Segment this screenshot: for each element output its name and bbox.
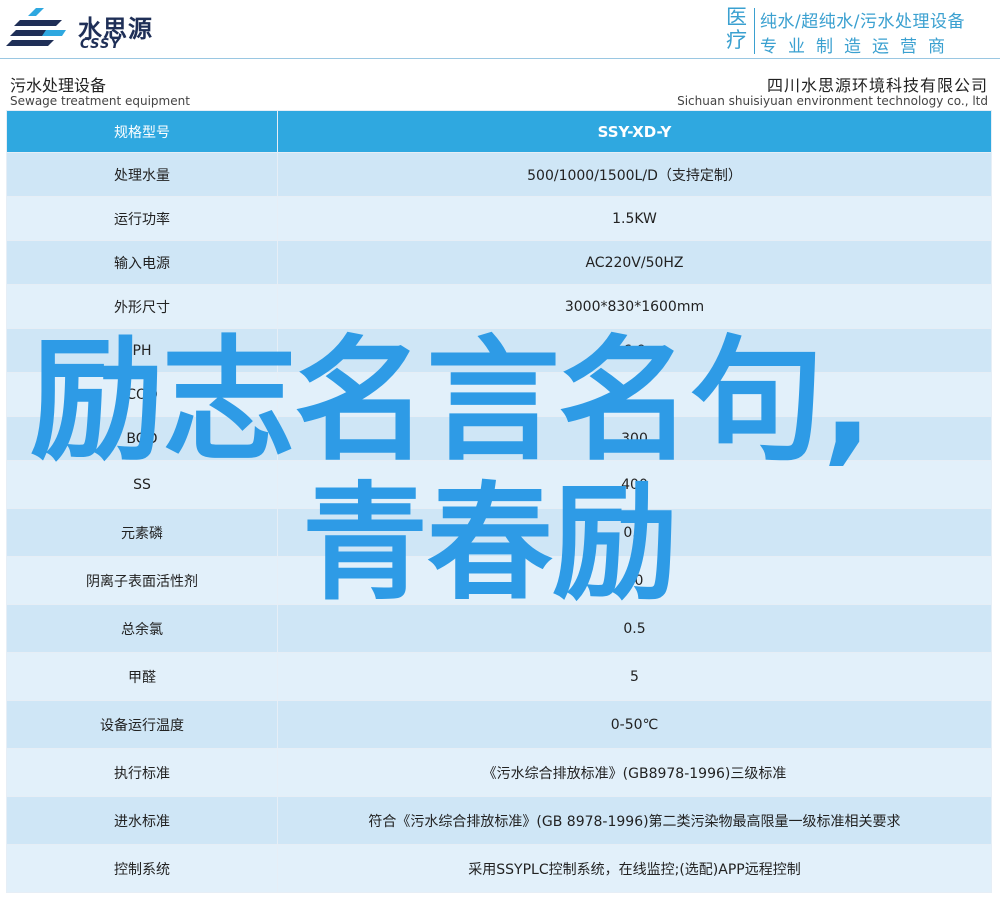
row-label: PH — [6, 328, 278, 373]
table-row: 执行标准 《污水综合排放标准》(GB8978-1996)三级标准 — [6, 748, 992, 797]
table-row: 运行功率 1.5KW — [6, 196, 992, 241]
row-value: 0.8 — [277, 508, 992, 557]
table-row: 进水标准 符合《污水综合排放标准》(GB 8978-1996)第二类污染物最高限… — [6, 796, 992, 845]
table-row: 外形尺寸 3000*830*1600mm — [6, 284, 992, 329]
category-label: 医疗 — [726, 5, 747, 52]
row-label: BOD — [6, 416, 278, 461]
table-row: SS 400 — [6, 460, 992, 509]
row-label: 阴离子表面活性剂 — [6, 556, 278, 605]
row-value: 采用SSYPLC控制系统，在线监控;(选配)APP远程控制 — [277, 844, 992, 893]
row-value: 3000*830*1600mm — [277, 284, 992, 329]
company-name-cn: 四川水思源环境科技有限公司 — [766, 76, 988, 95]
row-label: 控制系统 — [6, 844, 278, 893]
row-value: 《污水综合排放标准》(GB8978-1996)三级标准 — [277, 748, 992, 797]
logo-text-en: CSSY — [80, 37, 121, 52]
product-title-cn: 污水处理设备 — [10, 76, 107, 95]
row-label: 总余氯 — [6, 604, 278, 653]
row-value: 300 — [277, 416, 992, 461]
row-value: 20 — [277, 556, 992, 605]
table-row: 处理水量 500/1000/1500L/D（支持定制） — [6, 152, 992, 197]
table-row: 控制系统 采用SSYPLC控制系统，在线监控;(选配)APP远程控制 — [6, 844, 992, 893]
row-label: 元素磷 — [6, 508, 278, 557]
row-label: 执行标准 — [6, 748, 278, 797]
row-value: 符合《污水综合排放标准》(GB 8978-1996)第二类污染物最高限量一级标准… — [277, 796, 992, 845]
logo-icon — [6, 8, 66, 46]
row-label: 运行功率 — [6, 196, 278, 241]
tagline-products: 纯水/超纯水/污水处理设备 — [760, 12, 965, 32]
header-value: SSY-XD-Y — [277, 110, 992, 153]
row-label: 处理水量 — [6, 152, 278, 197]
row-value: 5 — [277, 652, 992, 701]
row-label: COD — [6, 372, 278, 417]
table-row: BOD 300 — [6, 416, 992, 461]
row-value: 400 — [277, 460, 992, 509]
table-row: PH 6-9 — [6, 328, 992, 373]
row-label: 外形尺寸 — [6, 284, 278, 329]
row-label: 甲醛 — [6, 652, 278, 701]
table-header-row: 规格型号 SSY-XD-Y — [6, 110, 992, 153]
tagline-divider — [754, 8, 755, 54]
product-title-en: Sewage treatment equipment — [10, 94, 190, 108]
table-row: 总余氯 0.5 — [6, 604, 992, 653]
row-value: AC220V/50HZ — [277, 240, 992, 285]
top-header: 水思源 CSSY 医疗 纯水/超纯水/污水处理设备 专业制造运营商 — [0, 0, 1000, 58]
tagline-slogan: 专业制造运营商 — [760, 37, 956, 57]
header-divider — [0, 58, 1000, 59]
row-label: 输入电源 — [6, 240, 278, 285]
company-name-en: Sichuan shuisiyuan environment technolog… — [677, 94, 988, 108]
table-row: 甲醛 5 — [6, 652, 992, 701]
row-value: 0.5 — [277, 604, 992, 653]
spec-table: 规格型号 SSY-XD-Y 处理水量 500/1000/1500L/D（支持定制… — [6, 110, 992, 893]
table-row: COD — [6, 372, 992, 417]
row-value: 1.5KW — [277, 196, 992, 241]
row-value — [277, 372, 992, 417]
row-label: 设备运行温度 — [6, 700, 278, 749]
product-subheader: 污水处理设备 Sewage treatment equipment 四川水思源环… — [0, 64, 1000, 110]
row-value: 0-50℃ — [277, 700, 992, 749]
table-row: 设备运行温度 0-50℃ — [6, 700, 992, 749]
row-label: 进水标准 — [6, 796, 278, 845]
table-row: 元素磷 0.8 — [6, 508, 992, 557]
row-value: 6-9 — [277, 328, 992, 373]
header-label: 规格型号 — [6, 110, 278, 153]
row-value: 500/1000/1500L/D（支持定制） — [277, 152, 992, 197]
table-row: 输入电源 AC220V/50HZ — [6, 240, 992, 285]
table-row: 阴离子表面活性剂 20 — [6, 556, 992, 605]
row-label: SS — [6, 460, 278, 509]
